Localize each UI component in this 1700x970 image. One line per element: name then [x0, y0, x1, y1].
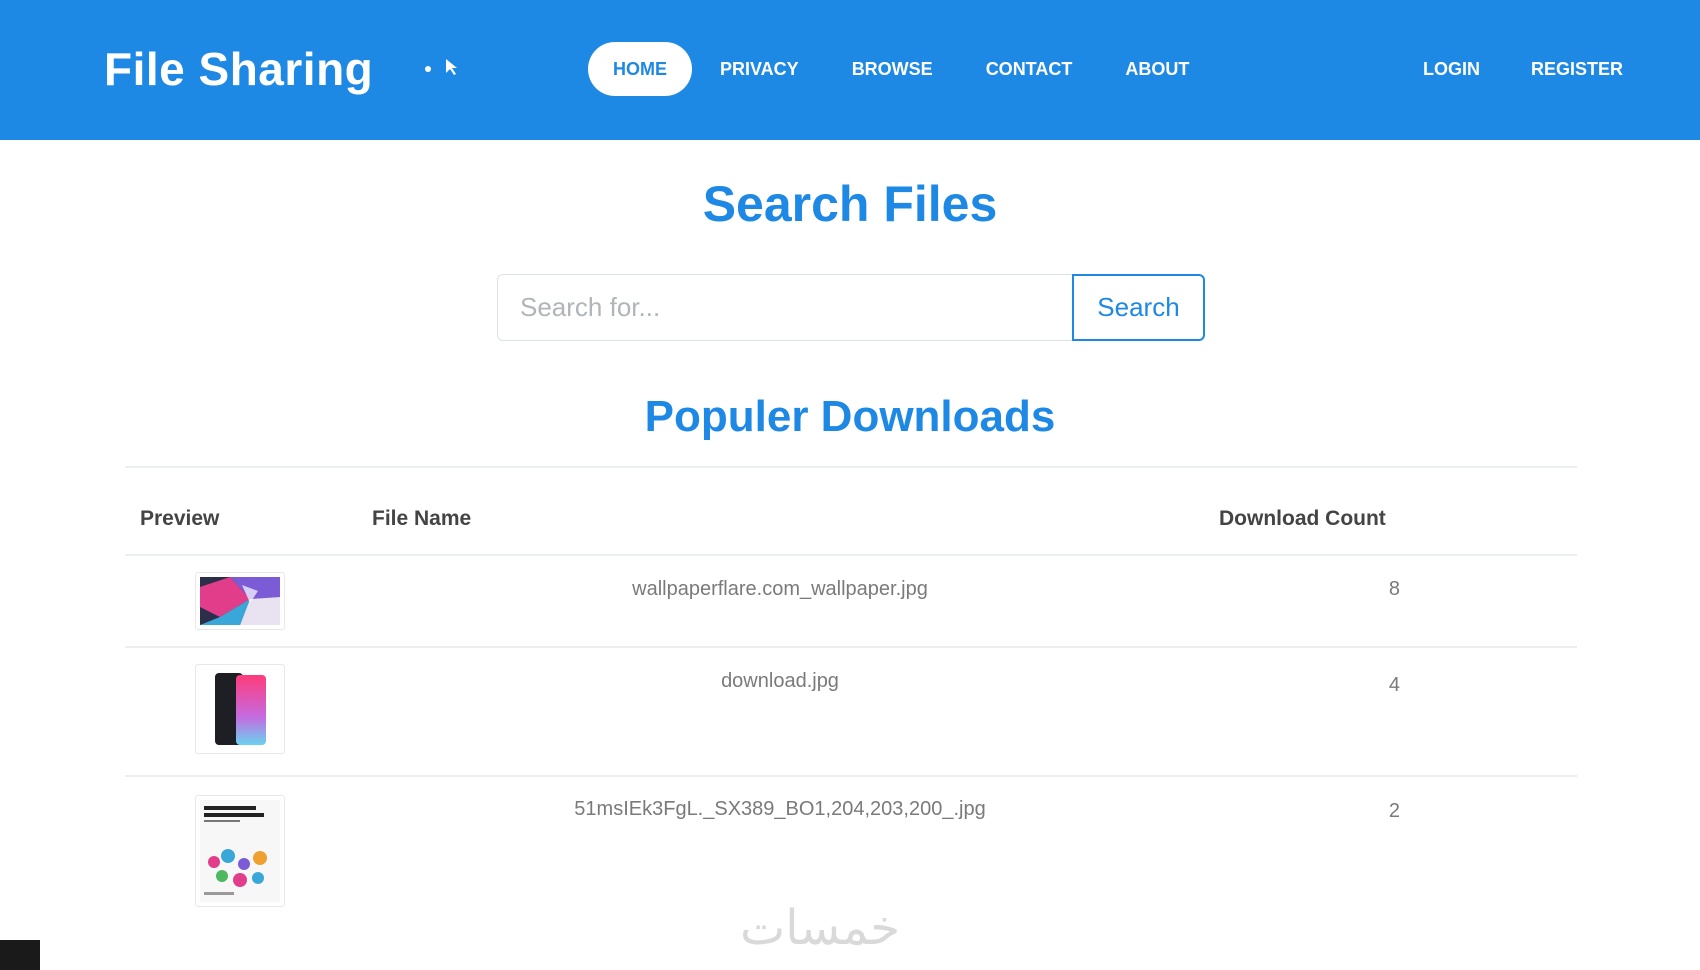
file-preview-thumbnail[interactable]	[195, 795, 285, 907]
column-header-download-count: Download Count	[1219, 507, 1386, 530]
top-navbar: File Sharing HOME PRIVACY BROWSE CONTACT…	[0, 0, 1700, 140]
watermark-logo: خمسات	[740, 900, 901, 956]
mouse-cursor-icon	[425, 59, 457, 75]
search-button[interactable]: Search	[1072, 274, 1205, 341]
search-bar: Search	[497, 274, 1205, 341]
row-divider	[125, 646, 1577, 648]
table-header-divider	[125, 554, 1577, 556]
nav-privacy[interactable]: PRIVACY	[695, 42, 824, 96]
file-name-cell[interactable]: 51msIEk3FgL._SX389_BO1,204,203,200_.jpg	[380, 798, 1180, 821]
search-input[interactable]	[497, 274, 1072, 341]
column-header-preview: Preview	[140, 507, 220, 530]
row-divider	[125, 775, 1577, 777]
download-count-cell: 2	[1388, 800, 1400, 822]
download-count-cell: 8	[1388, 578, 1400, 600]
main-nav: HOME PRIVACY BROWSE CONTACT ABOUT	[588, 42, 1217, 96]
corner-badge	[0, 940, 40, 970]
file-preview-thumbnail[interactable]	[195, 572, 285, 630]
nav-about[interactable]: ABOUT	[1100, 42, 1214, 96]
file-preview-thumbnail[interactable]	[195, 664, 285, 754]
auth-nav: LOGIN REGISTER	[1399, 42, 1650, 96]
column-header-file-name: File Name	[372, 507, 472, 530]
popular-downloads-title: Populer Downloads	[644, 392, 1056, 441]
book-cover-image-icon	[200, 800, 280, 902]
wallpaper-image-icon	[200, 577, 280, 625]
search-section-title: Search Files	[702, 176, 998, 232]
nav-login[interactable]: LOGIN	[1399, 42, 1504, 96]
file-name-cell[interactable]: download.jpg	[380, 670, 1180, 693]
nav-home[interactable]: HOME	[588, 42, 692, 96]
nav-register[interactable]: REGISTER	[1507, 42, 1647, 96]
section-divider	[125, 466, 1577, 468]
phone-image-icon	[200, 669, 280, 749]
download-count-cell: 4	[1388, 674, 1400, 696]
nav-browse[interactable]: BROWSE	[827, 42, 958, 96]
file-name-cell[interactable]: wallpaperflare.com_wallpaper.jpg	[380, 578, 1180, 601]
brand-logo-text[interactable]: File Sharing	[104, 42, 373, 96]
nav-contact[interactable]: CONTACT	[961, 42, 1098, 96]
